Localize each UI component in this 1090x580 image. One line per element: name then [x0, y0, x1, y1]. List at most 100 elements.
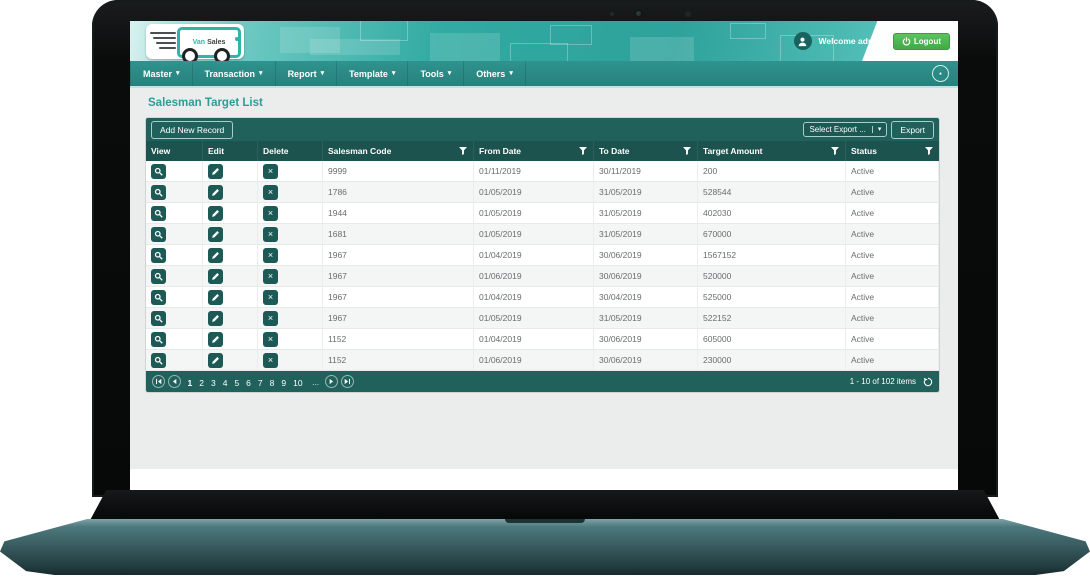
view-button[interactable] — [151, 184, 166, 200]
view-cell — [146, 224, 203, 244]
view-cell — [146, 308, 203, 328]
edit-button[interactable] — [208, 184, 223, 200]
chevron-down-icon: ▾ — [176, 70, 180, 77]
close-icon: × — [267, 228, 274, 239]
edit-button[interactable] — [208, 247, 223, 263]
add-new-record-button[interactable]: Add New Record — [151, 120, 234, 139]
van-sales-logo[interactable]: Van Sales — [146, 24, 244, 61]
edit-button[interactable] — [208, 268, 223, 284]
from-date-value: 01/06/2019 — [474, 350, 594, 370]
laptop-lid-notch — [505, 519, 585, 523]
salesman-code-value: 1786 — [323, 182, 474, 202]
view-button[interactable] — [151, 331, 166, 347]
edit-cell — [203, 287, 258, 307]
delete-button[interactable]: × — [263, 205, 278, 221]
target-amount-value: 528544 — [698, 182, 846, 202]
delete-button[interactable]: × — [263, 331, 278, 347]
chevron-down-icon: ▾ — [871, 126, 881, 133]
filter-icon[interactable] — [579, 147, 587, 155]
page-number-2[interactable]: 2 — [199, 378, 204, 388]
target-amount-value: 200 — [698, 161, 846, 181]
delete-button[interactable]: × — [263, 268, 278, 284]
page-number-10[interactable]: 10 — [293, 378, 302, 388]
edit-button[interactable] — [208, 352, 223, 368]
view-button[interactable] — [151, 268, 166, 284]
logo-speed-line — [150, 32, 176, 34]
view-button[interactable] — [151, 205, 166, 221]
person-icon — [798, 37, 807, 46]
page-number-4[interactable]: 4 — [223, 378, 228, 388]
delete-button[interactable]: × — [263, 310, 278, 326]
edit-button[interactable] — [208, 226, 223, 242]
view-button[interactable] — [151, 247, 166, 263]
from-date-value: 01/06/2019 — [474, 266, 594, 286]
filter-icon[interactable] — [831, 147, 839, 155]
view-cell — [146, 182, 203, 202]
delete-button[interactable]: × — [263, 226, 278, 242]
nav-item-master[interactable]: Master ▾ — [130, 61, 193, 86]
refresh-button[interactable] — [923, 377, 933, 387]
view-button[interactable] — [151, 163, 166, 179]
filter-icon[interactable] — [683, 147, 691, 155]
select-export-dropdown[interactable]: Select Export ... ▾ — [803, 122, 888, 137]
delete-button[interactable]: × — [263, 289, 278, 305]
page-number-5[interactable]: 5 — [234, 378, 239, 388]
nav-label: Tools — [420, 68, 444, 79]
page-number-6[interactable]: 6 — [246, 378, 251, 388]
view-button[interactable] — [151, 289, 166, 305]
refresh-icon — [923, 377, 933, 386]
close-icon: × — [267, 249, 274, 260]
page-number-7[interactable]: 7 — [258, 378, 263, 388]
header-to-date[interactable]: To Date — [594, 141, 698, 161]
page-number-9[interactable]: 9 — [281, 378, 286, 388]
next-page-button[interactable] — [325, 375, 339, 388]
delete-button[interactable]: × — [263, 184, 278, 200]
filter-icon[interactable] — [925, 147, 933, 155]
logout-button[interactable]: Logout — [892, 32, 950, 50]
export-button[interactable]: Export — [891, 120, 934, 139]
next-page-icon — [329, 378, 334, 385]
header-view: View — [146, 141, 203, 161]
filter-icon[interactable] — [459, 147, 467, 155]
user-area: Welcome admin! Logout — [793, 21, 950, 61]
page-number-8[interactable]: 8 — [270, 378, 275, 388]
edit-cell — [203, 203, 258, 223]
delete-button[interactable]: × — [263, 247, 278, 263]
delete-button[interactable]: × — [263, 352, 278, 368]
view-button[interactable] — [151, 226, 166, 242]
page-number-3[interactable]: 3 — [211, 378, 216, 388]
app-header: Van Sales Welcome admin! Logout — [130, 21, 958, 61]
edit-button[interactable] — [208, 163, 223, 179]
logo-speed-line — [159, 47, 176, 49]
nav-item-template[interactable]: Template ▾ — [337, 61, 409, 86]
logo-text-sales: Sales — [207, 39, 226, 46]
header-salesman-code[interactable]: Salesman Code — [323, 141, 474, 161]
nav-item-tools[interactable]: Tools ▾ — [408, 61, 465, 86]
close-icon: × — [267, 207, 274, 218]
from-date-value: 01/05/2019 — [474, 182, 594, 202]
home-button[interactable] — [932, 65, 949, 82]
nav-item-others[interactable]: Others ▾ — [464, 61, 526, 86]
first-page-button[interactable] — [152, 375, 165, 388]
edit-button[interactable] — [208, 289, 223, 305]
header-from-date[interactable]: From Date — [474, 141, 594, 161]
page-number-1[interactable]: 1 — [188, 378, 193, 388]
header-status[interactable]: Status — [846, 141, 939, 161]
to-date-value: 30/06/2019 — [594, 245, 698, 265]
from-date-value: 01/04/2019 — [474, 287, 594, 307]
view-cell — [146, 245, 203, 265]
prev-page-button[interactable] — [168, 375, 181, 388]
edit-button[interactable] — [208, 205, 223, 221]
nav-item-transaction[interactable]: Transaction ▾ — [193, 61, 276, 86]
view-button[interactable] — [151, 310, 166, 326]
delete-button[interactable]: × — [263, 163, 278, 179]
header-target-amount[interactable]: Target Amount — [698, 141, 846, 161]
nav-label: Template — [349, 68, 388, 79]
magnifier-icon — [154, 314, 163, 323]
nav-item-report[interactable]: Report ▾ — [276, 61, 338, 86]
edit-button[interactable] — [208, 331, 223, 347]
view-button[interactable] — [151, 352, 166, 368]
edit-cell — [203, 350, 258, 370]
last-page-button[interactable] — [341, 375, 355, 388]
edit-button[interactable] — [208, 310, 223, 326]
